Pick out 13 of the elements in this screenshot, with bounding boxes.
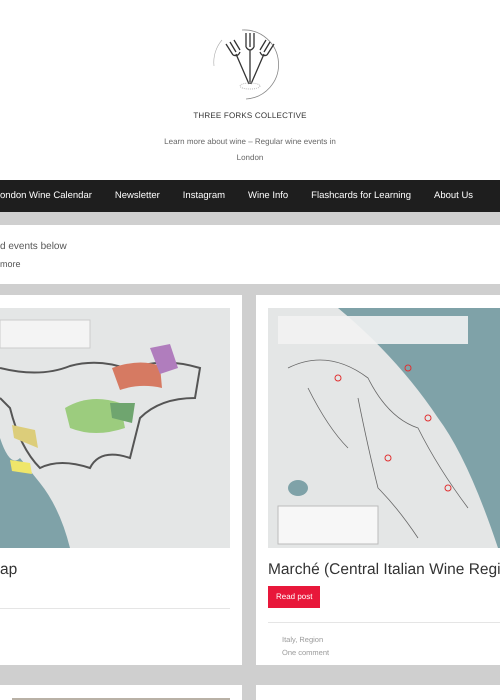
post-title[interactable]: ap [0, 560, 230, 580]
nav-link[interactable]: About Us [434, 188, 474, 204]
site-tagline: Learn more about wine – Regular wine events in London [163, 136, 337, 164]
intro-text: d events below [0, 240, 68, 254]
nav-link[interactable]: Instagram [182, 188, 226, 204]
nav-link[interactable]: Flashcards for Learning [311, 188, 411, 204]
read-more-link[interactable]: more [0, 258, 21, 272]
read-post-button[interactable]: Read post [268, 586, 320, 608]
nav-link[interactable]: Newsletter [114, 188, 160, 204]
nav-link[interactable]: ondon Wine Calendar [0, 188, 92, 204]
site-title: THREE FORKS COLLECTIVE [193, 110, 307, 122]
nav-link[interactable]: Wine Info [248, 188, 288, 204]
post-title[interactable]: Marché (Central Italian Wine Regi [268, 560, 500, 580]
